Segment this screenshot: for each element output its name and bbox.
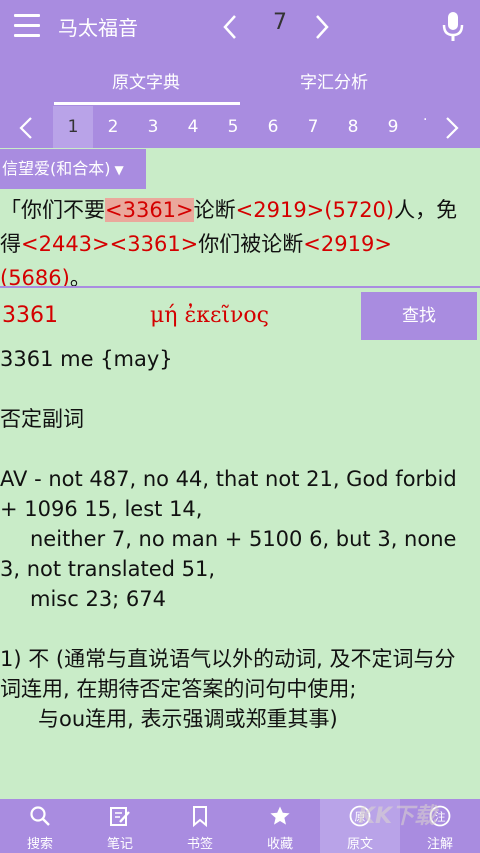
verse-number-1[interactable]: 1	[53, 106, 93, 148]
active-tab-indicator	[54, 102, 240, 105]
verse-text: 「你们不要<3361>论断<2919>(5720)人，免得<2443><3361…	[0, 193, 472, 295]
definition-line: 3361 me {may}	[0, 347, 173, 371]
nav-label: 笔记	[106, 837, 133, 852]
definition-line: misc 23; 674	[30, 587, 167, 611]
next-verses-icon[interactable]	[444, 116, 460, 140]
nav-label: 注解	[426, 837, 453, 852]
verse-number-7[interactable]: 7	[293, 106, 333, 148]
verse-selector-bar: 1 2 3 4 5 6 7 8 9 ·	[0, 106, 480, 148]
chapter-number[interactable]: 7	[268, 10, 292, 35]
verse-segment: 你们被论断	[198, 232, 304, 256]
verse-number-2[interactable]: 2	[93, 106, 133, 148]
definition-line: AV - not 487, no 44, that not 21, God fo…	[0, 467, 457, 521]
verse-segment: 「你们不要	[0, 198, 105, 222]
tab-word-analysis[interactable]: 字汇分析	[244, 68, 424, 93]
greek-word: μή ἐκεῖνος	[150, 303, 269, 328]
star-icon	[270, 806, 290, 825]
dropdown-arrow-icon: ▼	[114, 163, 124, 177]
definition-line: 否定副词	[0, 407, 84, 431]
nav-label: 搜索	[26, 837, 53, 852]
note-edit-icon	[110, 807, 130, 826]
search-icon	[30, 806, 50, 826]
verse-number-8[interactable]: 8	[333, 106, 373, 148]
verse-number-5[interactable]: 5	[213, 106, 253, 148]
definition-panel: 3361 me {may} 否定副词 AV - not 487, no 44, …	[0, 344, 476, 734]
more-verses-indicator: ·	[423, 112, 428, 128]
top-bar: 马太福音 7	[0, 0, 480, 54]
definition-line: 与ou连用, 表示强调或郑重其事)	[38, 707, 338, 731]
verse-number-6[interactable]: 6	[253, 106, 293, 148]
nav-search[interactable]: 搜索	[0, 799, 80, 853]
menu-icon[interactable]	[14, 14, 40, 38]
strong-ref-link[interactable]: <2443><3361>	[21, 232, 198, 256]
version-label: 信望爱(和合本)	[2, 159, 111, 178]
find-button[interactable]: 查找	[361, 292, 477, 340]
verse-segment: 论断	[193, 198, 236, 222]
nav-label: 收藏	[266, 837, 293, 852]
tab-original-dictionary[interactable]: 原文字典	[56, 68, 236, 93]
previous-chapter-icon[interactable]	[222, 14, 238, 40]
version-dropdown[interactable]: 信望爱(和合本) ▼	[0, 149, 146, 189]
definition-line: neither 7, no man + 5100 6, but 3, none …	[0, 527, 457, 581]
svg-text:注: 注	[435, 810, 446, 824]
nav-label: 原文	[346, 837, 373, 852]
nav-notes[interactable]: 笔记	[80, 799, 160, 853]
bookmark-icon	[193, 806, 207, 828]
section-divider	[0, 286, 480, 288]
strong-ref-link-selected[interactable]: <3361>	[105, 198, 194, 222]
strong-ref-link[interactable]: <2919>(5720)	[236, 198, 394, 222]
tab-bar: 原文字典 字汇分析	[0, 54, 480, 147]
verse-number-9[interactable]: 9	[373, 106, 413, 148]
verse-number-3[interactable]: 3	[133, 106, 173, 148]
strong-number: 3361	[2, 303, 58, 328]
next-chapter-icon[interactable]	[314, 14, 330, 40]
previous-verses-icon[interactable]	[18, 116, 34, 140]
book-title[interactable]: 马太福音	[58, 12, 138, 41]
microphone-icon[interactable]	[440, 10, 466, 44]
nav-favorites[interactable]: 收藏	[240, 799, 320, 853]
watermark-logo: KK下载	[358, 804, 437, 829]
verse-number-4[interactable]: 4	[173, 106, 213, 148]
nav-label: 书签	[186, 837, 213, 852]
definition-line: 1) 不 (通常与直说语气以外的动词, 及不定词与分词连用, 在期待否定答案的问…	[0, 647, 456, 701]
nav-bookmarks[interactable]: 书签	[160, 799, 240, 853]
